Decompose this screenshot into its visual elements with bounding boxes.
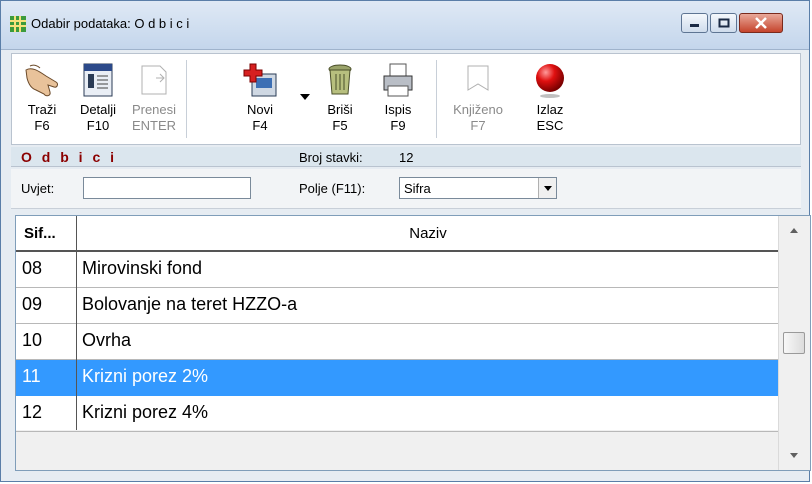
exit-button[interactable]: Izlaz ESC [524, 56, 576, 142]
record-count-label: Broj stavki: [299, 150, 363, 165]
transfer-icon [141, 65, 167, 95]
delete-label: Briši [327, 102, 353, 117]
toolbar-separator [436, 60, 437, 138]
table-row-selected[interactable]: 11 Krizni porez 2% [16, 360, 778, 396]
search-key: F6 [34, 118, 50, 133]
window-title: Odabir podataka: O d b i c i [31, 16, 190, 31]
table-row[interactable]: 09 Bolovanje na teret HZZO-a [16, 288, 778, 324]
close-button[interactable] [739, 13, 783, 33]
table-row[interactable]: 10 Ovrha [16, 324, 778, 360]
table-row[interactable]: 08 Mirovinski fond [16, 252, 778, 288]
trash-can-icon [328, 64, 352, 95]
field-select-value: Sifra [404, 181, 431, 196]
app-window: Odabir podataka: O d b i c i Traži F6 De… [0, 0, 811, 482]
column-header-code[interactable]: Sif... [24, 225, 56, 242]
record-count-value: 12 [399, 150, 414, 165]
condition-input[interactable] [83, 177, 251, 199]
data-grid: Sif... Naziv 08 Mirovinski fond 09 Bolov… [15, 215, 811, 471]
row-code: 10 [22, 330, 43, 350]
printer-icon [383, 63, 413, 97]
posted-button[interactable]: Knjiženo F7 [452, 56, 504, 142]
chevron-down-icon[interactable] [538, 178, 556, 198]
details-window-icon [83, 63, 113, 97]
transfer-key: ENTER [131, 118, 177, 133]
filter-bar: Uvjet: Polje (F11): Sifra [11, 169, 801, 209]
exit-red-ball-icon [536, 64, 564, 98]
transfer-label: Prenesi [131, 102, 177, 117]
grid-app-icon [10, 16, 26, 32]
minimize-button[interactable] [681, 13, 708, 33]
field-select[interactable]: Sifra [399, 177, 557, 199]
minimize-icon [689, 24, 699, 27]
toolbar: Traži F6 Detalji F10 Prenesi ENTER Novi … [11, 53, 801, 145]
print-button[interactable]: Ispis F9 [372, 56, 424, 142]
details-label: Detalji [79, 102, 117, 117]
row-code: 11 [22, 366, 41, 386]
print-label: Ispis [384, 102, 412, 117]
posted-icon [467, 65, 489, 91]
row-code: 08 [22, 258, 43, 278]
toolbar-separator [186, 60, 187, 138]
row-name: Mirovinski fond [82, 258, 203, 278]
row-code: 12 [22, 402, 43, 422]
row-name: Bolovanje na teret HZZO-a [82, 294, 298, 314]
transfer-button[interactable]: Prenesi ENTER [128, 56, 180, 142]
details-key: F10 [86, 118, 110, 133]
vertical-scrollbar[interactable] [778, 216, 810, 470]
column-separator[interactable] [76, 216, 77, 430]
info-strip: O d b i c i Broj stavki: 12 [11, 147, 801, 167]
grid-rows: 08 Mirovinski fond 09 Bolovanje na teret… [16, 252, 778, 432]
posted-key: F7 [470, 118, 486, 133]
exit-key: ESC [536, 118, 564, 133]
new-label: Novi [246, 102, 273, 117]
exit-label: Izlaz [536, 102, 564, 117]
print-key: F9 [390, 118, 406, 133]
table-row[interactable]: 12 Krizni porez 4% [16, 396, 778, 432]
table-title: O d b i c i [21, 149, 118, 165]
scroll-thumb[interactable] [783, 332, 805, 354]
posted-label: Knjiženo [453, 102, 503, 117]
search-button[interactable]: Traži F6 [16, 56, 68, 142]
details-button[interactable]: Detalji F10 [72, 56, 124, 142]
row-name: Ovrha [82, 330, 132, 350]
hand-pointer-icon [25, 64, 58, 97]
new-button[interactable]: Novi F4 [234, 56, 286, 142]
scroll-down-icon[interactable] [790, 453, 798, 458]
delete-button[interactable]: Briši F5 [314, 56, 366, 142]
row-name: Krizni porez 4% [82, 402, 209, 422]
row-name: Krizni porez 2% [82, 366, 209, 386]
field-label: Polje (F11): [299, 181, 366, 196]
search-label: Traži [27, 102, 57, 117]
title-bar[interactable]: Odabir podataka: O d b i c i [1, 1, 809, 50]
maximize-button[interactable] [710, 13, 737, 33]
row-code: 09 [22, 294, 43, 314]
close-icon [755, 17, 767, 29]
delete-key: F5 [332, 118, 348, 133]
condition-label: Uvjet: [21, 181, 55, 196]
new-dropdown-arrow-icon[interactable] [300, 94, 310, 100]
grid-header: Sif... Naziv [16, 216, 778, 252]
column-header-name[interactable]: Naziv [78, 225, 778, 242]
new-key: F4 [252, 118, 268, 133]
scroll-up-icon[interactable] [790, 228, 798, 233]
maximize-icon [718, 18, 729, 28]
new-record-icon [243, 63, 277, 97]
